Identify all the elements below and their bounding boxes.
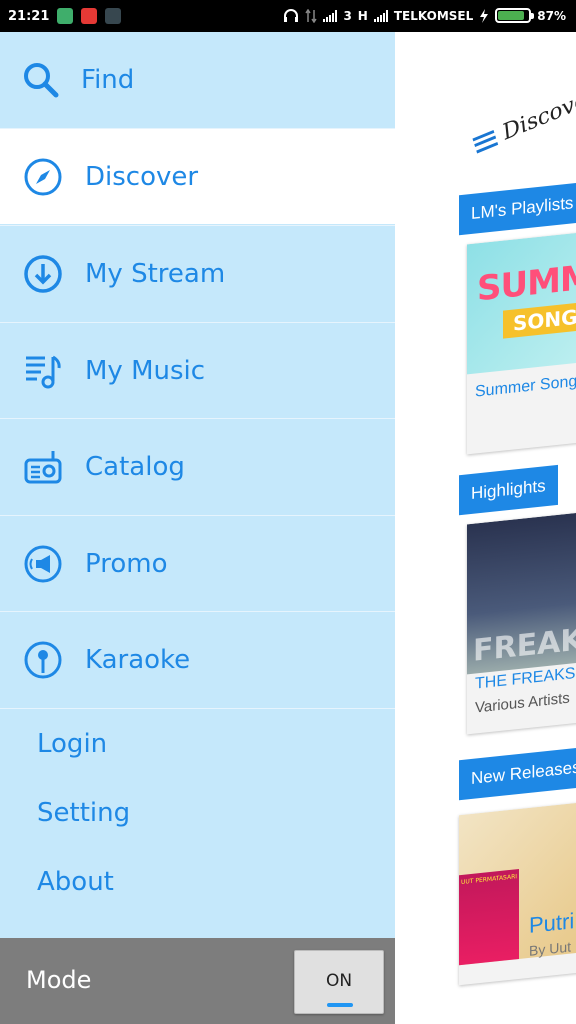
nav-label: Karaoke xyxy=(85,644,191,675)
drawer-links: Login Setting About xyxy=(0,708,395,938)
find-item[interactable]: Find xyxy=(0,32,395,128)
shield-icon xyxy=(57,8,74,24)
microphone-icon xyxy=(22,639,64,681)
page-title: Discover xyxy=(471,84,576,157)
nav-label: Promo xyxy=(85,548,168,579)
battery-fill xyxy=(498,11,525,20)
discover-page-background: Discover LM's Playlists SUMM SONG Summer… xyxy=(395,32,576,1024)
new-release-card[interactable]: UUT PERMATASARI Putri By Uut xyxy=(459,801,576,986)
mode-label: Mode xyxy=(26,966,92,994)
highlight-card[interactable]: FREAK THE FREAKS Various Artists xyxy=(467,511,576,735)
album-art: SUMM SONG xyxy=(467,231,576,375)
signal-icon-2 xyxy=(373,9,388,22)
nav-label: Discover xyxy=(85,161,199,192)
nav-item-my-stream[interactable]: My Stream xyxy=(0,225,395,321)
megaphone-icon xyxy=(22,543,64,585)
cover-thumbnail: UUT PERMATASARI xyxy=(459,868,519,966)
battery-icon xyxy=(495,8,535,23)
bbm-icon xyxy=(105,8,122,24)
music-list-icon xyxy=(22,350,64,392)
album-art: FREAK xyxy=(467,511,576,675)
toggle-indicator xyxy=(327,1003,353,1007)
compass-icon xyxy=(22,156,64,198)
toggle-label: ON xyxy=(325,971,353,991)
menu-icon xyxy=(472,129,499,153)
nav-label: My Music xyxy=(85,355,206,386)
nav-label: My Stream xyxy=(85,258,226,289)
search-icon xyxy=(20,59,62,101)
playlist-card[interactable]: SUMM SONG Summer Song xyxy=(467,231,576,455)
headphones-icon xyxy=(284,8,299,22)
radio-icon xyxy=(22,446,64,488)
setting-link[interactable]: Setting xyxy=(37,798,130,828)
section-tag: LM's Playlists xyxy=(459,181,576,236)
card-subtitle: By Uut xyxy=(529,938,572,959)
notification-icon xyxy=(81,8,98,24)
network-type-2: H xyxy=(357,8,368,23)
charging-icon xyxy=(480,8,489,23)
login-link[interactable]: Login xyxy=(37,729,107,759)
about-link[interactable]: About xyxy=(37,867,114,897)
mode-toggle-button[interactable]: ON xyxy=(294,950,384,1014)
network-type: 3 xyxy=(343,8,352,23)
status-bar: 21:21 3 H TELKOMSEL 87% xyxy=(0,0,576,32)
status-right: 3 H TELKOMSEL 87% xyxy=(283,8,566,23)
card-title: Putri xyxy=(529,908,575,938)
find-label: Find xyxy=(81,65,135,95)
nav-item-discover[interactable]: Discover xyxy=(0,128,395,224)
nav-item-my-music[interactable]: My Music xyxy=(0,322,395,418)
status-time: 21:21 xyxy=(8,8,50,24)
mode-bar: Mode ON xyxy=(0,938,395,1024)
card-subtitle: Various Artists xyxy=(475,689,570,717)
nav-item-promo[interactable]: Promo xyxy=(0,515,395,611)
carrier-name: TELKOMSEL xyxy=(393,8,474,23)
card-title: Summer Song xyxy=(475,372,576,401)
nav-label: Catalog xyxy=(85,451,185,482)
data-arrows-icon xyxy=(305,8,318,23)
nav-item-catalog[interactable]: Catalog xyxy=(0,418,395,514)
signal-icon xyxy=(323,9,338,22)
download-circle-icon xyxy=(22,253,64,295)
status-left: 21:21 xyxy=(8,8,122,24)
navigation-drawer: Find Discover My Stream My Music Catalog… xyxy=(0,32,395,1024)
nav-item-karaoke[interactable]: Karaoke xyxy=(0,611,395,707)
battery-percent: 87% xyxy=(537,8,566,23)
section-tag: New Releases xyxy=(459,746,576,801)
section-tag: Highlights xyxy=(459,464,558,516)
